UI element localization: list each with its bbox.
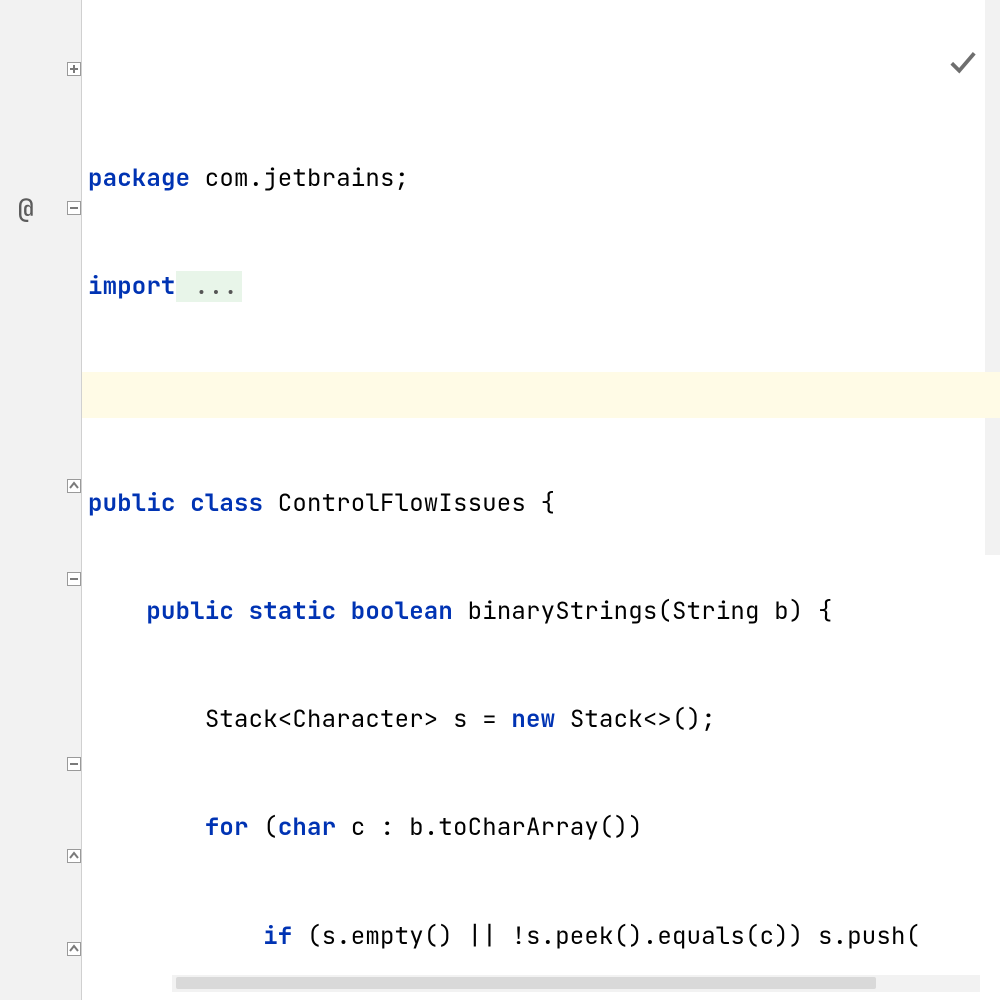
override-icon[interactable]: @ (18, 191, 34, 226)
code-area[interactable]: package com.jetbrains; import ... public… (82, 0, 1000, 1000)
folded-region[interactable]: ... (176, 271, 242, 302)
code-line[interactable]: package com.jetbrains; (88, 155, 1000, 201)
code-line[interactable]: Stack<Character> s = new Stack<>(); (88, 696, 1000, 742)
fold-collapse-icon[interactable] (67, 201, 81, 215)
code-editor[interactable]: @ (0, 0, 1000, 1000)
scrollbar-thumb[interactable] (176, 977, 876, 989)
fold-expand-icon[interactable] (67, 62, 81, 76)
code-line[interactable]: import ... (88, 263, 1000, 309)
code-line[interactable]: if (s.empty() || !s.peek().equals(c)) s.… (88, 913, 1000, 959)
code-line[interactable]: public class ControlFlowIssues { (88, 480, 1000, 526)
code-line[interactable]: public static boolean binaryStrings(Stri… (88, 588, 1000, 634)
code-line-caret[interactable] (88, 372, 1000, 418)
fold-end-icon[interactable] (67, 849, 81, 863)
code-line[interactable]: for (char c : b.toCharArray()) (88, 805, 1000, 851)
gutter: @ (0, 0, 82, 1000)
fold-collapse-icon[interactable] (67, 572, 81, 586)
inspection-ok-icon[interactable] (862, 16, 978, 116)
fold-end-icon[interactable] (67, 479, 81, 493)
fold-collapse-icon[interactable] (67, 757, 81, 771)
horizontal-scrollbar[interactable] (172, 975, 980, 992)
fold-end-icon[interactable] (67, 942, 81, 956)
